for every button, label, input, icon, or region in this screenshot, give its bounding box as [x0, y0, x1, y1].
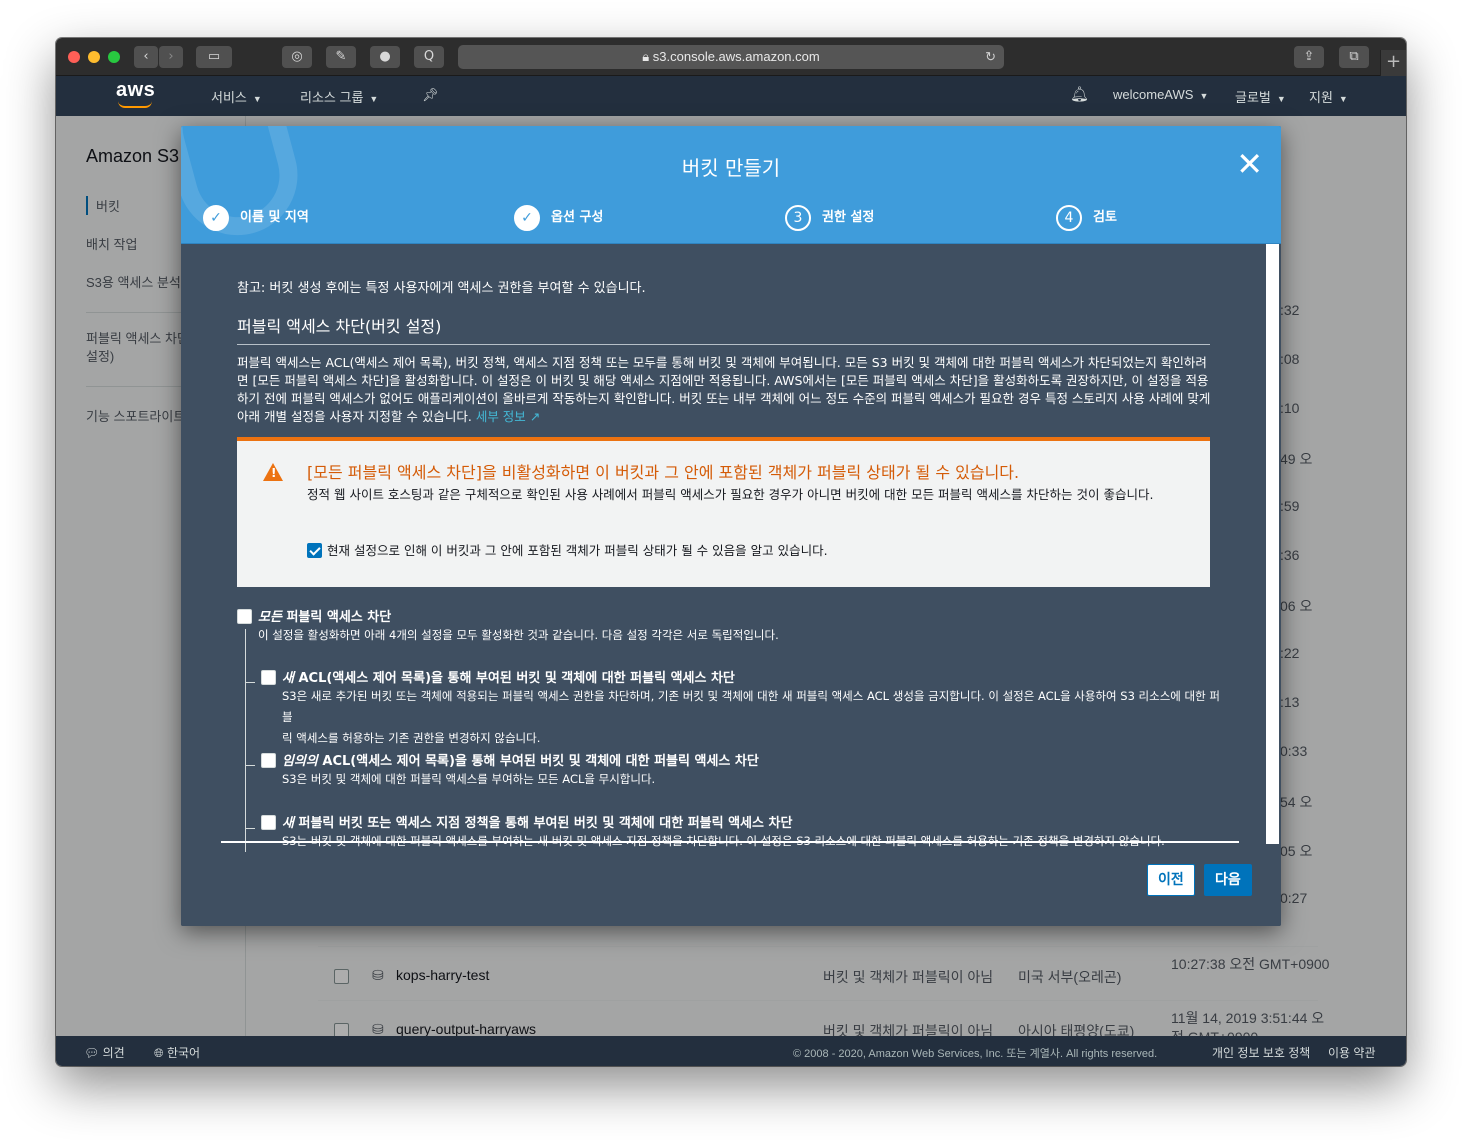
- block-any-acl-checkbox[interactable]: [261, 752, 276, 768]
- aws-logo[interactable]: aws: [116, 79, 155, 102]
- zoom-window-button[interactable]: [108, 51, 120, 63]
- block-all-desc: 이 설정을 활성화하면 아래 4개의 설정을 모두 활성화한 것과 같습니다. …: [258, 628, 779, 642]
- block-new-acl-desc: S3은 새로 추가된 버킷 또는 객체에 적용되는 퍼블릭 액세스 권한을 차단…: [282, 689, 1220, 745]
- checkbox-checked-icon[interactable]: [307, 542, 322, 558]
- close-icon[interactable]: ✕: [1236, 148, 1263, 180]
- back-icon[interactable]: ‹: [134, 46, 158, 68]
- block-new-policy-option[interactable]: 새 퍼블릭 버킷 또는 액세스 지점 정책을 통해 부여된 버킷 및 객체에 대…: [261, 812, 1241, 852]
- warning-title: [모든 퍼블릭 액세스 차단]을 비활성화하면 이 버킷과 그 안에 포함된 객…: [307, 463, 1020, 482]
- sidebar-toggle-icon[interactable]: ▭: [196, 46, 232, 68]
- check-circle-icon: ✓: [514, 205, 540, 231]
- create-bucket-modal: 버킷 만들기 ✕ ✓ 이름 및 지역 ✓ 옵션 구성 3 권한 설정 4 검토 …: [181, 126, 1281, 926]
- reader-icon[interactable]: ◎: [282, 46, 312, 68]
- new-tab-icon[interactable]: +: [1380, 50, 1406, 76]
- note-text: 참고: 버킷 생성 후에는 특정 사용자에게 액세스 권한을 부여할 수 있습니…: [237, 281, 646, 296]
- globe-icon: 🌐︎: [154, 1046, 164, 1060]
- warning-text: 정적 웹 사이트 호스팅과 같은 구체적으로 확인된 사용 사례에서 퍼블릭 액…: [307, 487, 1154, 502]
- services-menu[interactable]: 서비스 ▼: [211, 87, 262, 106]
- bell-icon[interactable]: 🔔︎: [1070, 85, 1089, 103]
- more-info-link[interactable]: 세부 정보 ↗: [476, 409, 540, 424]
- aws-logo-smile: [118, 101, 152, 108]
- chevron-down-icon: ▼: [1276, 94, 1286, 104]
- forward-icon[interactable]: ›: [159, 46, 183, 68]
- browser-window: ‹ › ▭ ◎ ✎ ● Q 🔒︎ s3.console.aws.amazon.c…: [56, 38, 1406, 1066]
- address-bar[interactable]: 🔒︎ s3.console.aws.amazon.com ↻: [458, 45, 1004, 69]
- warning-alert: ! [모든 퍼블릭 액세스 차단]을 비활성화하면 이 버킷과 그 안에 포함된…: [237, 437, 1210, 587]
- terms-link[interactable]: 이용 약관: [1328, 1044, 1376, 1061]
- support-menu[interactable]: 지원 ▼: [1309, 87, 1348, 106]
- evernote-icon[interactable]: ●: [370, 46, 400, 68]
- modal-footer: 이전 다음: [181, 852, 1281, 926]
- tree-tick: [245, 765, 255, 766]
- lock-icon: 🔒︎: [642, 49, 653, 64]
- pin-icon[interactable]: 📌︎: [422, 87, 439, 103]
- step-label: 권한 설정: [822, 210, 875, 225]
- resource-groups-menu[interactable]: 리소스 그룹 ▼: [300, 87, 378, 106]
- close-window-button[interactable]: [68, 51, 80, 63]
- account-menu[interactable]: welcomeAWS ▼: [1113, 87, 1208, 102]
- section-title: 퍼블릭 액세스 차단(버킷 설정): [237, 317, 442, 336]
- external-link-icon: ↗: [529, 409, 541, 424]
- share-icon[interactable]: ⇪: [1294, 46, 1324, 68]
- step-label: 옵션 구성: [551, 210, 604, 225]
- warning-icon: !: [263, 463, 283, 481]
- search-extension-icon[interactable]: Q: [414, 46, 444, 68]
- tree-line: [245, 629, 246, 852]
- step-label: 이름 및 지역: [240, 210, 309, 225]
- privacy-link[interactable]: 개인 정보 보호 정책: [1212, 1044, 1310, 1061]
- chevron-down-icon: ▼: [252, 94, 262, 104]
- copyright-text: © 2008 - 2020, Amazon Web Services, Inc.…: [793, 1048, 1158, 1060]
- url-text: s3.console.aws.amazon.com: [652, 49, 820, 64]
- modal-title: 버킷 만들기: [681, 156, 781, 180]
- previous-button[interactable]: 이전: [1147, 864, 1195, 896]
- step-label: 검토: [1093, 210, 1117, 225]
- modal-header: 버킷 만들기 ✕ ✓ 이름 및 지역 ✓ 옵션 구성 3 권한 설정 4 검토: [181, 126, 1281, 244]
- block-new-policy-checkbox[interactable]: [261, 814, 276, 830]
- block-all-option[interactable]: 모든 퍼블릭 액세스 차단 이 설정을 활성화하면 아래 4개의 설정을 모두 …: [237, 606, 779, 646]
- aws-footer: 💬︎ 의견 🌐︎ 한국어 © 2008 - 2020, Amazon Web S…: [56, 1036, 1406, 1066]
- acknowledge-label: 현재 설정으로 인해 이 버킷과 그 안에 포함된 객체가 퍼블릭 상태가 될 …: [327, 543, 828, 558]
- browser-toolbar: ‹ › ▭ ◎ ✎ ● Q 🔒︎ s3.console.aws.amazon.c…: [56, 38, 1406, 76]
- section-divider: [237, 344, 1210, 345]
- chevron-down-icon: ▼: [1199, 91, 1209, 101]
- tree-tick: [245, 682, 255, 683]
- section-description: 퍼블릭 액세스는 ACL(액세스 제어 목록), 버킷 정책, 액세스 지점 정…: [237, 355, 1211, 424]
- modal-body: 참고: 버킷 생성 후에는 특정 사용자에게 액세스 권한을 부여할 수 있습니…: [181, 244, 1281, 852]
- scrollbar-track[interactable]: [1266, 244, 1279, 844]
- region-menu[interactable]: 글로벌 ▼: [1235, 87, 1286, 106]
- step-number: 3: [785, 205, 811, 231]
- check-circle-icon: ✓: [203, 205, 229, 231]
- extension-icon[interactable]: ✎: [326, 46, 356, 68]
- reload-icon[interactable]: ↻: [985, 45, 996, 69]
- tree-tick: [245, 828, 255, 829]
- next-button[interactable]: 다음: [1204, 864, 1252, 896]
- chevron-down-icon: ▼: [1338, 94, 1348, 104]
- block-all-checkbox[interactable]: [237, 608, 252, 624]
- block-new-acl-option[interactable]: 새 ACL(액세스 제어 목록)을 통해 부여된 버킷 및 객체에 대한 퍼블릭…: [261, 667, 1221, 749]
- block-any-acl-desc: S3은 버킷 및 객체에 대한 퍼블릭 액세스를 부여하는 모든 ACL을 무시…: [282, 772, 656, 786]
- acknowledge-checkbox[interactable]: 현재 설정으로 인해 이 버킷과 그 안에 포함된 객체가 퍼블릭 상태가 될 …: [307, 542, 828, 559]
- feedback-link[interactable]: 💬︎ 의견: [84, 1044, 125, 1061]
- minimize-window-button[interactable]: [88, 51, 100, 63]
- tabs-overview-icon[interactable]: ⧉: [1339, 46, 1369, 68]
- block-any-acl-option[interactable]: 임의의 ACL(액세스 제어 목록)을 통해 부여된 버킷 및 객체에 대한 퍼…: [261, 750, 759, 790]
- chevron-down-icon: ▼: [369, 94, 379, 104]
- chat-icon: 💬︎: [84, 1046, 100, 1060]
- step-number: 4: [1056, 205, 1082, 231]
- language-selector[interactable]: 🌐︎ 한국어: [154, 1044, 200, 1061]
- body-bottom-border: [221, 841, 1239, 843]
- aws-top-nav: aws 서비스 ▼ 리소스 그룹 ▼ 📌︎ 🔔︎ welcomeAWS ▼ 글로벌 ▼ …: [56, 76, 1406, 116]
- block-new-acl-checkbox[interactable]: [261, 669, 276, 685]
